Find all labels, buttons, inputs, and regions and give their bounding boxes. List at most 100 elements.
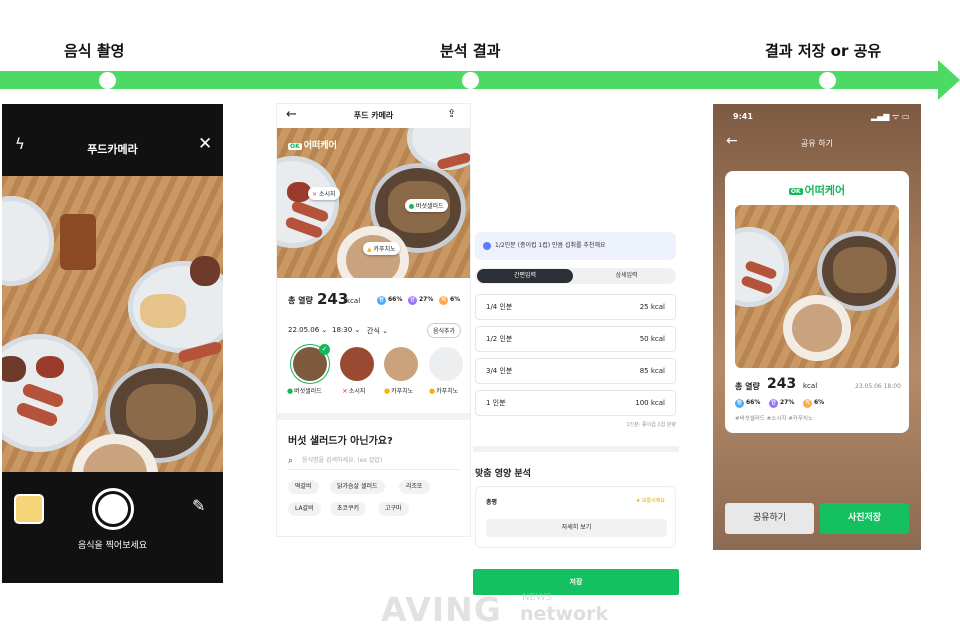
- food-thumb-mushroom-salad[interactable]: ✓: [293, 344, 330, 381]
- portion-label: 1/2 인분: [486, 335, 513, 343]
- macro-protein: 단 27%: [769, 399, 794, 408]
- section-divider: [473, 446, 679, 452]
- chevron-down-icon: ⌄: [382, 327, 388, 335]
- photo-tag-label: 소시지: [318, 191, 336, 198]
- logo-badge-icon: OK: [788, 187, 803, 195]
- add-food-button[interactable]: 음식추가: [427, 323, 462, 338]
- portion-option[interactable]: 1/2 인분 50 kcal: [475, 326, 676, 352]
- date-value: 22.05.06: [288, 326, 320, 334]
- carb-icon: 탄: [377, 296, 386, 305]
- time-select[interactable]: 18:30 ⌄: [332, 326, 360, 334]
- share-screen: 9:41 ▂▄▆ ᯤ ▭ ← 공유 하기 OK 어떠케어 총 열량 243 kca…: [713, 104, 921, 550]
- calorie-value: 243: [317, 290, 349, 308]
- pencil-icon[interactable]: ✎: [192, 496, 205, 515]
- portion-label: 1/4 인분: [486, 303, 513, 311]
- portion-footnote: 1인분: 종이컵 2컵 분량: [626, 422, 676, 428]
- food-name-label: 버섯샐러드: [294, 388, 322, 395]
- chevron-down-icon: ⌄: [321, 326, 328, 334]
- tab-simple-input[interactable]: 간편입력: [477, 269, 573, 283]
- macro-pct: 27%: [419, 296, 434, 303]
- step-dot-3: [819, 72, 836, 89]
- shutter-button[interactable]: [92, 488, 134, 530]
- macro-pct: 66%: [388, 296, 403, 303]
- meal-select[interactable]: 간식 ⌄: [367, 326, 388, 336]
- protein-icon: 단: [769, 399, 778, 408]
- fat-icon: 지: [439, 296, 448, 305]
- logo-text: 어떠케어: [303, 141, 337, 151]
- suggestion-chip[interactable]: 닭가슴살 샐러드: [330, 480, 385, 494]
- food-name-label: 카푸치노: [391, 388, 414, 395]
- x-mark-icon: ×: [312, 191, 318, 198]
- portion-kcal: 50 kcal: [639, 335, 665, 343]
- food-name: ●카푸치노: [384, 386, 413, 395]
- portion-kcal: 100 kcal: [635, 399, 665, 407]
- photo-tag-cappuccino[interactable]: ▲ 카푸치노: [363, 242, 400, 255]
- food-thumb-placeholder[interactable]: [429, 347, 463, 381]
- hashtags: #버섯샐러드 #소시지 #카푸치노: [735, 416, 814, 422]
- photo-tag-mushroom-salad[interactable]: 버섯샐러드: [405, 199, 448, 212]
- share-card: OK 어떠케어 총 열량 243 kcal 23.05.06 18:00 탄 66%…: [725, 171, 909, 433]
- portion-option[interactable]: 1 인분 100 kcal: [475, 390, 676, 416]
- status-icons: ▂▄▆ ᯤ ▭: [871, 112, 910, 121]
- calorie-unit: kcal: [803, 382, 818, 390]
- chevron-down-icon: ⌄: [354, 326, 361, 334]
- portion-option[interactable]: 1/4 인분 25 kcal: [475, 294, 676, 320]
- portion-screen: 1/2인분 (종이컵 1컵) 만큼 섭취를 추천해요 간편입력 상세입력 1/4…: [473, 228, 679, 595]
- camera-hint: 음식을 찍어보세요: [77, 541, 148, 551]
- x-mark-icon: ×: [342, 387, 348, 395]
- portion-label: 3/4 인분: [486, 367, 513, 375]
- search-icon: ⌕: [288, 456, 294, 466]
- step-dot-2: [462, 72, 479, 89]
- suggestion-chip[interactable]: 고구마: [378, 502, 409, 516]
- dot-icon: ●: [287, 387, 294, 395]
- analysis-header: ← 푸드 카메라 ⇪: [277, 104, 470, 128]
- food-thumb-sausage[interactable]: [340, 347, 374, 381]
- photo-tag-sausage[interactable]: × 소시지: [308, 187, 340, 200]
- food-name: ×소시지: [342, 386, 365, 395]
- recommendation-note: 1/2인분 (종이컵 1컵) 만큼 섭취를 추천해요: [475, 232, 676, 260]
- macro-pct: 6%: [450, 296, 461, 303]
- step-label-analysis: 분석 결과: [440, 42, 501, 60]
- share-photo: [735, 205, 899, 368]
- tab-detail-input[interactable]: 상세입력: [579, 269, 674, 283]
- dot-icon: [409, 204, 414, 209]
- view-details-button[interactable]: 자세히 보기: [486, 519, 667, 537]
- nutrition-section-title: 맞춤 영양 분석: [475, 469, 531, 479]
- food-name-label: 카푸치노: [436, 388, 459, 395]
- photo-tag-label: 버섯샐러드: [416, 203, 444, 210]
- food-name: ●버섯샐러드: [287, 386, 322, 395]
- close-icon[interactable]: ✕: [198, 134, 212, 154]
- portion-label: 1 인분: [486, 399, 506, 407]
- portion-option[interactable]: 3/4 인분 85 kcal: [475, 358, 676, 384]
- share-button[interactable]: 공유하기: [725, 503, 814, 534]
- food-search-input[interactable]: ⌕ 음식명을 검색하세요. (ex 갈밥): [288, 454, 460, 470]
- portion-kcal: 85 kcal: [639, 367, 665, 375]
- suggestion-chip[interactable]: 초코쿠키: [330, 502, 367, 516]
- share-icon[interactable]: ⇪: [447, 107, 456, 120]
- food-thumb-cappuccino[interactable]: [384, 347, 418, 381]
- logo-text: 어떠케어: [804, 184, 846, 197]
- save-button[interactable]: 저장: [473, 569, 679, 595]
- record-date: 23.05.06 18:00: [855, 383, 901, 390]
- logo-badge-icon: OK: [288, 143, 302, 150]
- status-time: 9:41: [733, 112, 753, 121]
- save-photo-button[interactable]: 사진저장: [820, 503, 909, 534]
- calorie-unit: kcal: [346, 297, 361, 305]
- photo-tag-label: 카푸치노: [373, 246, 396, 253]
- food-name-label: 소시지: [348, 388, 366, 395]
- food-name: ●카푸치노: [429, 386, 458, 395]
- watermark-sub: NEWS: [522, 592, 553, 603]
- camera-viewfinder[interactable]: [2, 176, 223, 472]
- calorie-label: 총 열량: [288, 296, 313, 305]
- app-logo: OK 어떠케어: [288, 138, 337, 151]
- gallery-thumbnail[interactable]: [14, 494, 44, 524]
- date-select[interactable]: 22.05.06 ⌄: [288, 326, 327, 334]
- macro-fat: 지 6%: [803, 399, 824, 408]
- macro-fat: 지 6%: [439, 296, 460, 305]
- macro-pct: 66%: [746, 399, 761, 406]
- input-mode-toggle: 간편입력 상세입력: [475, 268, 676, 284]
- suggestion-chip[interactable]: LA갈비: [288, 502, 321, 516]
- carb-icon: 탄: [735, 399, 744, 408]
- suggestion-chip[interactable]: 리조또: [399, 480, 430, 494]
- suggestion-chip[interactable]: 떡갈비: [288, 480, 319, 494]
